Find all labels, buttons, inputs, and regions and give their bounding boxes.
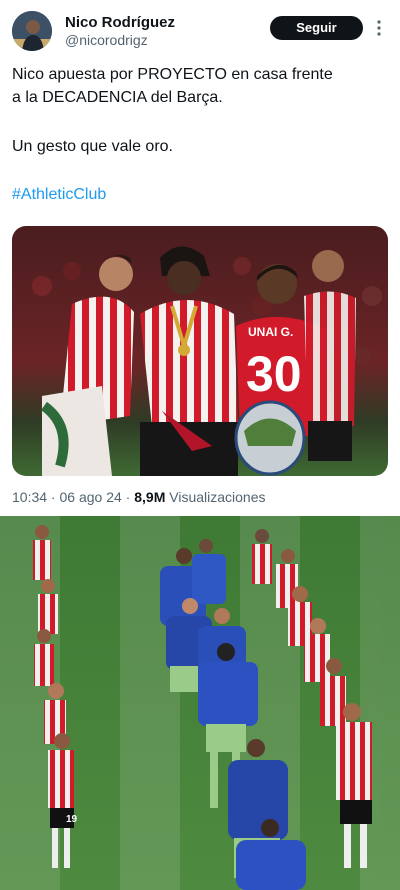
avatar[interactable] <box>12 11 52 51</box>
tweet-date[interactable]: 06 ago 24 <box>60 489 122 505</box>
tweet-header: Nico Rodríguez @nicorodrigz Seguir <box>0 0 400 56</box>
tweet-text-line-2: a la DECADENCIA del Barça. <box>12 89 223 106</box>
jersey-number-19: 19 <box>66 814 78 825</box>
hashtag-link[interactable]: #AthleticClub <box>12 184 392 206</box>
separator: · <box>47 489 60 505</box>
tweet-meta: 10:34 · 06 ago 24 · 8,9M Visualizaciones <box>12 489 266 505</box>
tweet-photo-guard-of-honour[interactable]: 19 <box>0 516 400 890</box>
views-count: 8,9M <box>134 489 166 505</box>
tweet-photo-celebration[interactable]: UNAI G. 30 <box>12 226 388 476</box>
display-name[interactable]: Nico Rodríguez <box>65 14 175 31</box>
views-label: Visualizaciones <box>165 489 266 505</box>
tweet-time[interactable]: 10:34 <box>12 489 47 505</box>
tweet-text-line-1: Nico apuesta por PROYECTO en casa frente <box>12 66 333 83</box>
user-handle[interactable]: @nicorodrigz <box>65 32 148 48</box>
more-options-icon[interactable] <box>372 18 386 38</box>
tweet-text-line-3: Un gesto que vale oro. <box>12 138 173 155</box>
separator: · <box>121 489 135 505</box>
follow-button[interactable]: Seguir <box>270 16 363 40</box>
jersey-name: UNAI G. <box>248 325 293 339</box>
jersey-number: 30 <box>246 346 302 402</box>
